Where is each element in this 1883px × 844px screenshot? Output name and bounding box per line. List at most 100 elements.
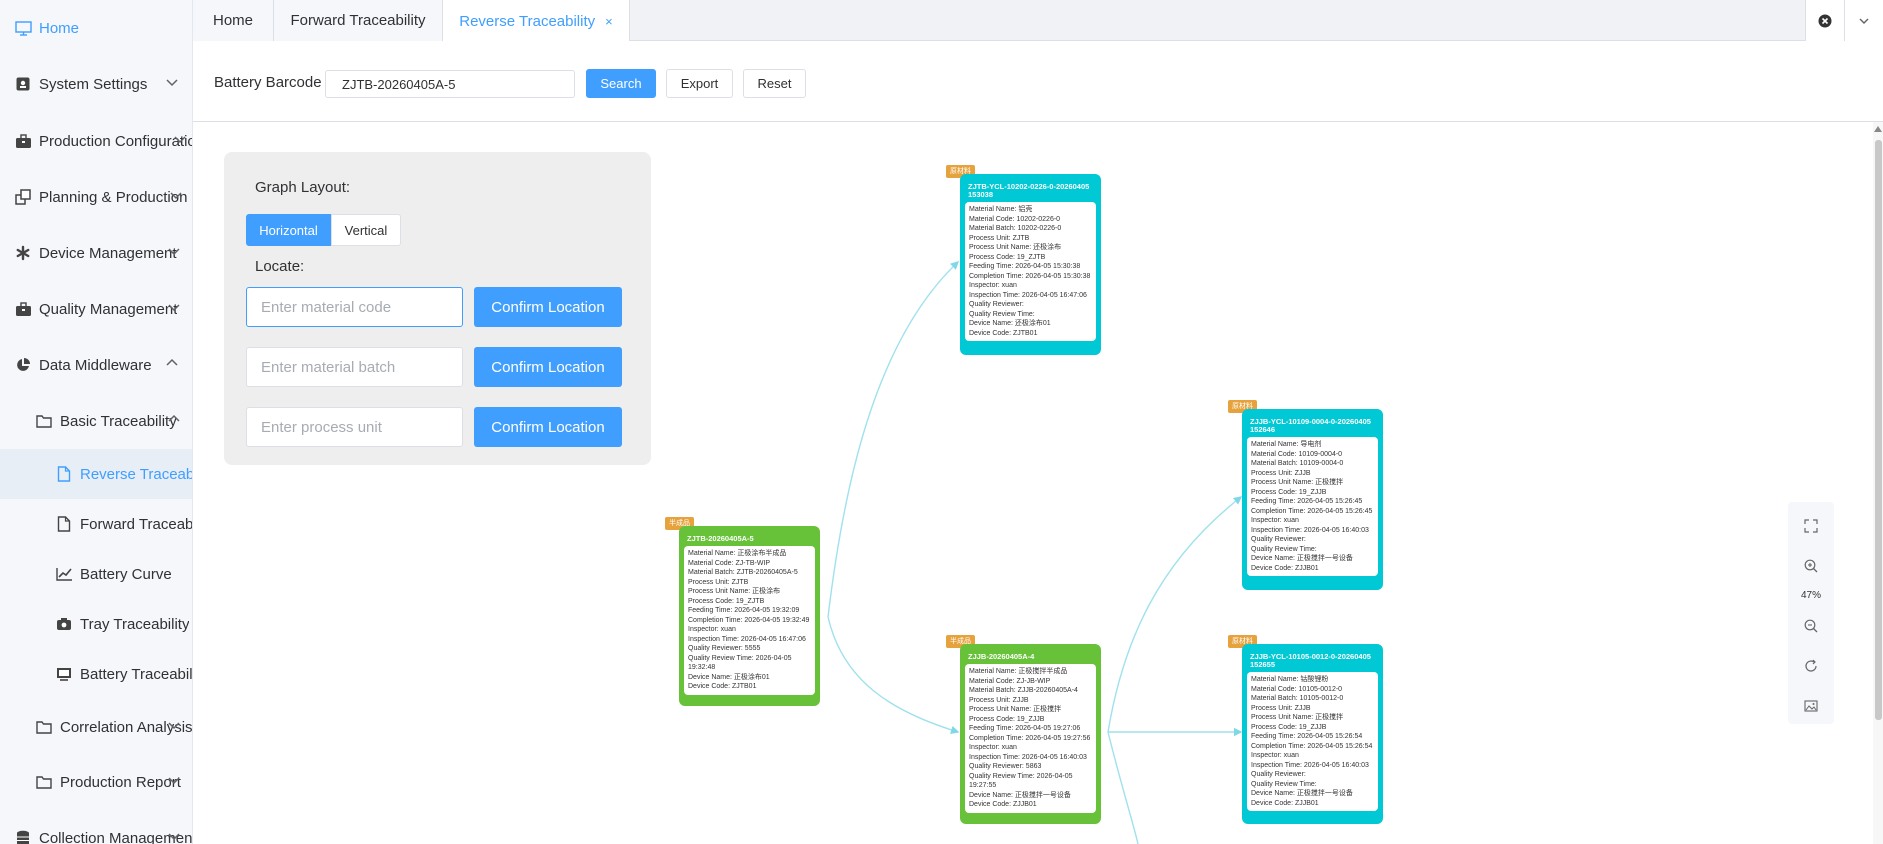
node-title: ZJTB-20260405A-5 xyxy=(687,534,754,543)
sidebar-item-production-report[interactable]: Production Report xyxy=(0,757,192,807)
sidebar-item-label: Production Configuration xyxy=(39,132,193,150)
tab-menu-button[interactable] xyxy=(1844,0,1883,41)
confirm-batch-location-button[interactable]: Confirm Location xyxy=(474,347,622,387)
node-field: Material Batch: ZJTB-20260405A-5 xyxy=(688,569,798,576)
node-field: Completion Time: 2026-04-05 15:26:54 xyxy=(1251,742,1373,750)
asterisk-icon xyxy=(14,244,32,262)
edge-n4-n2 xyxy=(1107,496,1243,733)
sidebar-item-label: Planning & Production xyxy=(39,188,188,206)
node-field: Process Code: 19_ZJTB xyxy=(688,597,765,605)
sidebar-item-correlation-analysis[interactable]: Correlation Analysis xyxy=(0,702,192,752)
node-field: Device Code: ZJJB01 xyxy=(1251,564,1319,572)
battery-barcode-input[interactable] xyxy=(325,70,575,98)
sidebar-item-battery-curve[interactable]: Battery Curve xyxy=(0,549,192,599)
node-field: Device Name: 正极搅拌一号设备 xyxy=(1251,555,1353,562)
trace-node[interactable]: ZJJB-YCL-10109-0004-0-20260405152646 Mat… xyxy=(1242,409,1383,590)
node-field: Inspection Time: 2026-04-05 16:47:06 xyxy=(688,635,806,643)
sidebar-item-data-middleware[interactable]: Data Middleware xyxy=(0,340,192,390)
close-all-button[interactable] xyxy=(1806,0,1844,41)
vertical-layout-button[interactable]: Vertical xyxy=(331,214,401,246)
graph-layout-title: Graph Layout: xyxy=(255,179,351,196)
export-button[interactable]: Export xyxy=(666,69,733,98)
node-field: Quality Review Time: xyxy=(1251,780,1317,788)
tab-bar: Home Forward Traceability Reverse Tracea… xyxy=(193,0,1883,42)
close-icon[interactable]: × xyxy=(605,14,613,29)
vertical-scrollbar[interactable] xyxy=(1873,122,1883,844)
chevron-down-icon xyxy=(168,248,180,256)
sidebar-item-label: System Settings xyxy=(39,75,148,93)
chevron-down-icon xyxy=(168,833,180,841)
chevron-down-icon xyxy=(170,192,182,200)
node-field: Feeding Time: 2026-04-05 15:26:45 xyxy=(1251,498,1363,505)
node-details: Material Name: 正极涂布半成品 Material Code: ZJ… xyxy=(684,546,815,695)
folder-icon xyxy=(35,412,53,430)
pie-chart-icon xyxy=(14,356,32,374)
tab-reverse-traceability[interactable]: Reverse Traceability × xyxy=(443,0,630,42)
sidebar-item-quality-management[interactable]: Quality Management xyxy=(0,284,192,334)
node-field: Inspector: xuan xyxy=(969,282,1017,289)
trace-node[interactable]: ZJTB-YCL-10202-0226-0-20260405153038 Mat… xyxy=(960,174,1101,355)
sidebar-item-basic-traceability[interactable]: Basic Traceability xyxy=(0,396,192,446)
scroll-up-arrow-icon[interactable] xyxy=(1874,126,1882,132)
node-title: ZJJB-YCL-10105-0012-0-20260405152655 xyxy=(1250,652,1371,669)
zoom-out-button[interactable] xyxy=(1801,616,1821,636)
sidebar-item-home[interactable]: Home xyxy=(0,3,192,53)
trace-node[interactable]: ZJJB-20260405A-4 Material Name: 正极搅拌半成品 … xyxy=(960,644,1101,824)
tab-forward-traceability[interactable]: Forward Traceability xyxy=(274,0,443,41)
sidebar-item-label: Forward Traceability xyxy=(80,515,193,533)
material-code-input[interactable] xyxy=(246,287,463,327)
node-field: Device Name: 还极涂布01 xyxy=(969,320,1051,327)
node-field: Material Code: ZJ-JB-WIP xyxy=(969,677,1051,685)
node-field: Material Code: 10105-0012-0 xyxy=(1251,685,1343,693)
sidebar-item-reverse-traceability[interactable]: Reverse Traceability xyxy=(0,449,192,499)
sidebar-item-production-configuration[interactable]: Production Configuration xyxy=(0,116,193,166)
download-image-button[interactable] xyxy=(1801,696,1821,716)
briefcase-icon xyxy=(14,300,32,318)
process-unit-input[interactable] xyxy=(246,407,463,447)
chevron-down-icon xyxy=(168,777,180,785)
node-field: Process Unit Name: 正极搅拌 xyxy=(1251,714,1344,721)
fullscreen-button[interactable] xyxy=(1801,516,1821,536)
node-field: Device Name: 正极涂布01 xyxy=(688,673,770,681)
node-field: Inspection Time: 2026-04-05 16:40:03 xyxy=(969,753,1087,761)
reset-view-button[interactable] xyxy=(1801,656,1821,676)
sidebar-item-label: Data Middleware xyxy=(39,356,152,374)
database-icon xyxy=(14,829,32,844)
trace-node-root[interactable]: ZJTB-20260405A-5 Material Name: 正极涂布半成品 … xyxy=(679,526,820,706)
material-batch-input[interactable] xyxy=(246,347,463,387)
sidebar-item-label: Battery Traceability xyxy=(80,665,193,683)
zoom-level: 47% xyxy=(1800,590,1821,601)
node-details: Material Name: 钴酸锂粉 Material Code: 10105… xyxy=(1247,672,1378,811)
node-field: Quality Reviewer: 5555 xyxy=(688,645,761,652)
confirm-unit-location-button[interactable]: Confirm Location xyxy=(474,407,622,447)
edge-n3-n4 xyxy=(827,616,960,734)
node-field: Inspector: xuan xyxy=(1251,517,1299,524)
zoom-in-button[interactable] xyxy=(1801,556,1821,576)
node-field: Process Unit: ZJJB xyxy=(1251,704,1311,712)
sidebar-item-battery-traceability[interactable]: Battery Traceability xyxy=(0,649,193,699)
node-field: Quality Reviewer: xyxy=(1251,536,1306,543)
sidebar-item-device-management[interactable]: Device Management xyxy=(0,228,192,278)
sidebar-item-system-settings[interactable]: System Settings xyxy=(0,59,192,109)
node-details: Material Name: 铝壳 Material Code: 10202-0… xyxy=(965,202,1096,341)
trace-node[interactable]: ZJJB-YCL-10105-0012-0-20260405152655 Mat… xyxy=(1242,644,1383,824)
node-details: Material Name: 导电剂 Material Code: 10109-… xyxy=(1247,437,1378,576)
tab-home[interactable]: Home xyxy=(193,0,274,41)
scrollbar-thumb[interactable] xyxy=(1875,140,1882,720)
reset-button[interactable]: Reset xyxy=(743,69,806,98)
document-icon xyxy=(55,465,73,483)
locate-title: Locate: xyxy=(255,258,305,275)
search-button[interactable]: Search xyxy=(586,69,656,98)
edge-n3-n1 xyxy=(827,261,960,618)
sidebar-item-forward-traceability[interactable]: Forward Traceability xyxy=(0,499,193,549)
horizontal-layout-button[interactable]: Horizontal xyxy=(246,214,331,246)
confirm-code-location-button[interactable]: Confirm Location xyxy=(474,287,622,327)
trace-graph[interactable]: Graph Layout: Horizontal Vertical Locate… xyxy=(193,122,1883,844)
image-icon xyxy=(1804,700,1818,712)
sidebar-item-planning-production[interactable]: Planning & Production xyxy=(0,172,192,222)
node-field: Completion Time: 2026-04-05 19:32:49 xyxy=(688,616,810,624)
sidebar-item-tray-traceability[interactable]: Tray Traceability xyxy=(0,599,192,649)
lock-icon xyxy=(14,75,32,93)
sidebar-item-collection-management[interactable]: Collection Management xyxy=(0,813,192,844)
document-icon xyxy=(55,515,73,533)
